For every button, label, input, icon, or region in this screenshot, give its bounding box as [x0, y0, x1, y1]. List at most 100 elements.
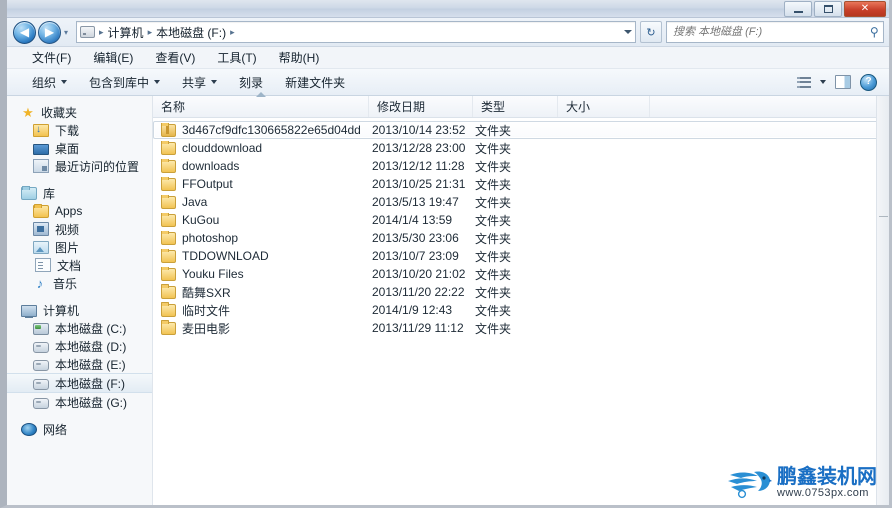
file-name: 临时文件: [182, 303, 231, 318]
file-type-cell: 文件夹: [475, 123, 512, 138]
sidebar-label: 本地磁盘 (E:): [55, 357, 126, 372]
sidebar-item-drive-e[interactable]: 本地磁盘 (E:): [7, 355, 152, 373]
file-type-cell: 文件夹: [475, 159, 512, 174]
back-button[interactable]: ◀: [13, 20, 36, 44]
breadcrumb-separator-0: ▸: [99, 26, 104, 37]
close-icon: ✕: [860, 3, 870, 14]
forward-button[interactable]: ▶: [38, 20, 61, 44]
close-button[interactable]: ✕: [844, 1, 886, 17]
sidebar-item-drive-c[interactable]: 本地磁盘 (C:): [7, 319, 152, 337]
sidebar-item-drive-f[interactable]: 本地磁盘 (F:): [7, 373, 152, 393]
table-row[interactable]: downloads 2013/12/12 11:28 文件夹: [153, 157, 881, 175]
table-row[interactable]: FFOutput 2013/10/25 21:31 文件夹: [153, 175, 881, 193]
new-folder-button[interactable]: 新建文件夹: [274, 71, 356, 94]
sidebar-item-drive-g[interactable]: 本地磁盘 (G:): [7, 393, 152, 411]
column-header-date[interactable]: 修改日期: [369, 96, 473, 117]
chevron-down-icon: [211, 80, 218, 84]
sidebar-item-computer[interactable]: 计算机: [7, 301, 152, 319]
preview-pane-icon[interactable]: [835, 75, 851, 89]
sidebar-label: 视频: [55, 222, 80, 237]
nav-group-favorites: ★ 收藏夹 下载 桌面 最近访问的位置: [7, 103, 152, 175]
sidebar-label: Apps: [55, 204, 83, 218]
sidebar-item-videos[interactable]: 视频: [7, 220, 152, 238]
file-type-cell: 文件夹: [475, 267, 512, 282]
sidebar-item-music[interactable]: ♪ 音乐: [7, 274, 152, 292]
sidebar-label: 收藏夹: [41, 105, 78, 120]
recent-locations-icon[interactable]: ▾: [63, 28, 69, 37]
sidebar-item-drive-d[interactable]: 本地磁盘 (D:): [7, 337, 152, 355]
drive-icon: [33, 397, 49, 409]
folder-icon: [161, 249, 176, 263]
maximize-button[interactable]: [814, 1, 842, 17]
table-row[interactable]: clouddownload 2013/12/28 23:00 文件夹: [153, 139, 881, 157]
table-row[interactable]: KuGou 2014/1/4 13:59 文件夹: [153, 211, 881, 229]
sidebar-item-desktop[interactable]: 桌面: [7, 139, 152, 157]
column-label: 名称: [161, 100, 186, 114]
file-name-cell: photoshop: [154, 231, 370, 245]
menu-help[interactable]: 帮助(H): [268, 47, 331, 68]
refresh-button[interactable]: ↻: [640, 21, 662, 43]
file-date-cell: 2013/10/20 21:02: [372, 267, 466, 281]
file-name: 3d467cf9dfc130665822e65d04dd: [182, 123, 361, 137]
table-row[interactable]: 酷舞SXR 2013/11/20 22:22 文件夹: [153, 283, 881, 301]
address-bar[interactable]: ▸ 计算机 ▸ 本地磁盘 (F:) ▸: [76, 21, 636, 43]
breadcrumb-local-disk-f[interactable]: 本地磁盘 (F:): [156, 24, 226, 41]
menu-tools[interactable]: 工具(T): [206, 47, 267, 68]
burn-button[interactable]: 刻录: [228, 71, 274, 94]
sidebar-item-apps[interactable]: Apps: [7, 202, 152, 220]
music-icon: ♪: [36, 275, 44, 291]
sidebar-label: 计算机: [43, 303, 80, 318]
sidebar-item-network[interactable]: 网络: [7, 420, 152, 438]
change-view-icon[interactable]: [797, 76, 811, 88]
sidebar-item-favorites[interactable]: ★ 收藏夹: [7, 103, 152, 121]
file-name: KuGou: [182, 213, 220, 227]
menu-edit[interactable]: 编辑(E): [82, 47, 144, 68]
folder-icon: [161, 195, 176, 209]
table-row[interactable]: photoshop 2013/5/30 23:06 文件夹: [153, 229, 881, 247]
menu-file[interactable]: 文件(F): [21, 47, 82, 68]
column-header-size[interactable]: 大小: [558, 96, 650, 117]
file-name-cell: clouddownload: [154, 141, 370, 155]
sidebar-label: 音乐: [53, 276, 78, 291]
organize-button[interactable]: 组织: [21, 71, 78, 94]
table-row[interactable]: 临时文件 2014/1/9 12:43 文件夹: [153, 301, 881, 319]
search-box[interactable]: ⚲: [666, 21, 884, 43]
sidebar-item-recent-places[interactable]: 最近访问的位置: [7, 157, 152, 175]
file-type-cell: 文件夹: [475, 303, 512, 318]
help-icon[interactable]: ?: [860, 73, 877, 91]
sidebar-item-pictures[interactable]: 图片: [7, 238, 152, 256]
table-row[interactable]: 麦田电影 2013/11/29 11:12 文件夹: [153, 319, 881, 337]
sidebar-label: 库: [43, 186, 56, 201]
file-name-cell: Java: [154, 195, 370, 209]
search-input[interactable]: [671, 25, 871, 39]
file-type-cell: 文件夹: [475, 195, 512, 210]
menu-view[interactable]: 查看(V): [144, 47, 206, 68]
sidebar-item-downloads[interactable]: 下载: [7, 121, 152, 139]
chevron-down-icon: [61, 80, 68, 84]
sort-ascending-icon: [256, 92, 266, 97]
sidebar-item-libraries[interactable]: 库: [7, 184, 152, 202]
chevron-down-icon[interactable]: [820, 80, 826, 84]
share-button[interactable]: 共享: [171, 71, 228, 94]
command-bar-right: ?: [797, 73, 883, 91]
pictures-icon: [33, 241, 49, 254]
address-dropdown-button[interactable]: [624, 30, 632, 34]
file-name: clouddownload: [182, 141, 263, 155]
minimize-button[interactable]: [784, 1, 812, 17]
column-header-type[interactable]: 类型: [473, 96, 558, 117]
sidebar-label: 本地磁盘 (D:): [55, 339, 127, 354]
sidebar-item-documents[interactable]: 文档: [7, 256, 152, 274]
table-row[interactable]: Youku Files 2013/10/20 21:02 文件夹: [153, 265, 881, 283]
table-row[interactable]: Java 2013/5/13 19:47 文件夹: [153, 193, 881, 211]
breadcrumb-computer[interactable]: 计算机: [108, 24, 144, 41]
window-controls: ✕: [784, 1, 886, 17]
breadcrumb-separator-2[interactable]: ▸: [229, 27, 236, 38]
sidebar-label: 桌面: [55, 141, 80, 156]
table-row[interactable]: 3d467cf9dfc130665822e65d04dd 2013/10/14 …: [153, 121, 881, 139]
column-header-name[interactable]: 名称: [153, 92, 369, 117]
table-row[interactable]: TDDOWNLOAD 2013/10/7 23:09 文件夹: [153, 247, 881, 265]
vertical-scrollbar[interactable]: [876, 96, 889, 505]
scrollbar-thumb[interactable]: [879, 216, 888, 217]
include-in-library-button[interactable]: 包含到库中: [78, 71, 171, 94]
command-bar: 组织 包含到库中 共享 刻录 新建文件夹 ?: [7, 69, 889, 96]
